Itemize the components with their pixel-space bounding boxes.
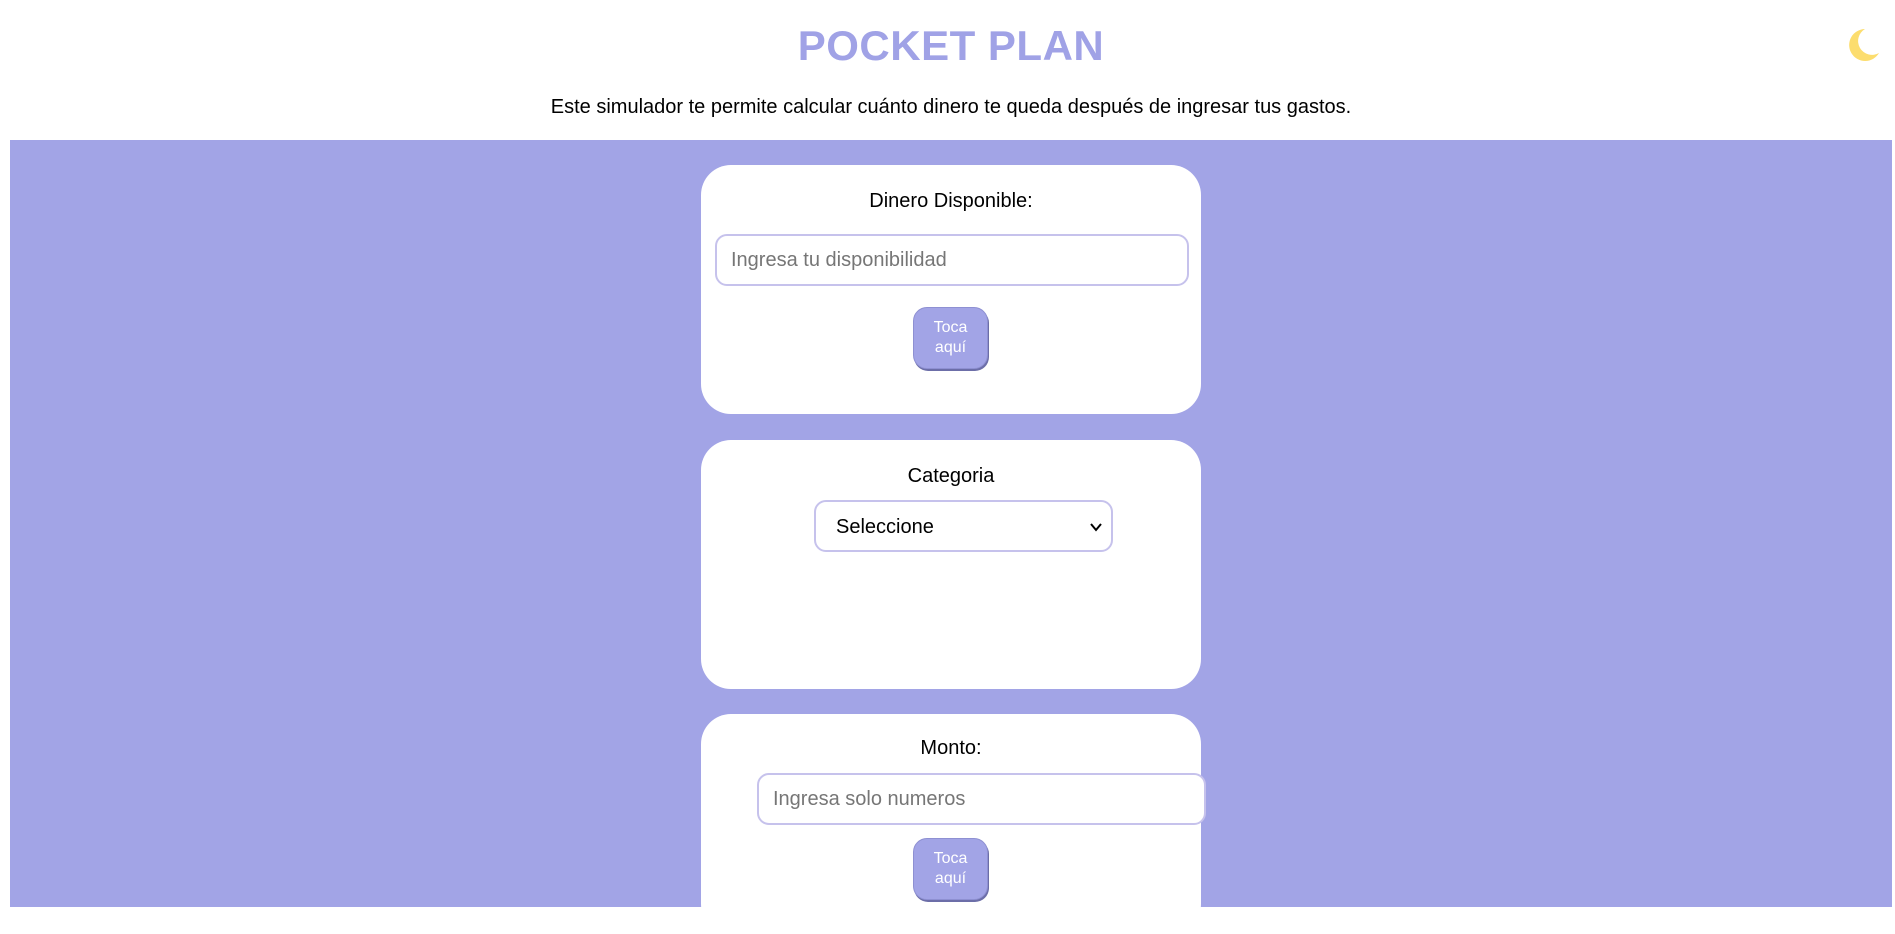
- chevron-down-icon: [1090, 523, 1102, 532]
- category-selected-value: Seleccione: [836, 516, 934, 538]
- category-card: Categoria Seleccione: [701, 440, 1201, 689]
- amount-input[interactable]: [757, 773, 1206, 825]
- amount-label: Monto:: [920, 737, 982, 759]
- available-money-label: Dinero Disponible:: [869, 190, 1033, 212]
- page-header: POCKET PLAN Este simulador te permite ca…: [0, 0, 1895, 140]
- page-subtitle: Este simulador te permite calcular cuánt…: [550, 96, 1352, 118]
- submit-amount-button[interactable]: Toca aquí: [913, 838, 988, 900]
- category-label: Categoria: [907, 465, 995, 487]
- main-panel: Dinero Disponible: Toca aquí Categoria S…: [10, 140, 1892, 934]
- available-money-input[interactable]: [715, 234, 1189, 286]
- amount-card: Monto: Toca aquí: [701, 714, 1206, 934]
- page-title: POCKET PLAN: [797, 22, 1105, 69]
- submit-available-button[interactable]: Toca aquí: [913, 307, 988, 369]
- category-select[interactable]: Seleccione: [814, 500, 1113, 552]
- moon-icon[interactable]: [1843, 26, 1881, 64]
- available-money-card: Dinero Disponible: Toca aquí: [701, 165, 1201, 414]
